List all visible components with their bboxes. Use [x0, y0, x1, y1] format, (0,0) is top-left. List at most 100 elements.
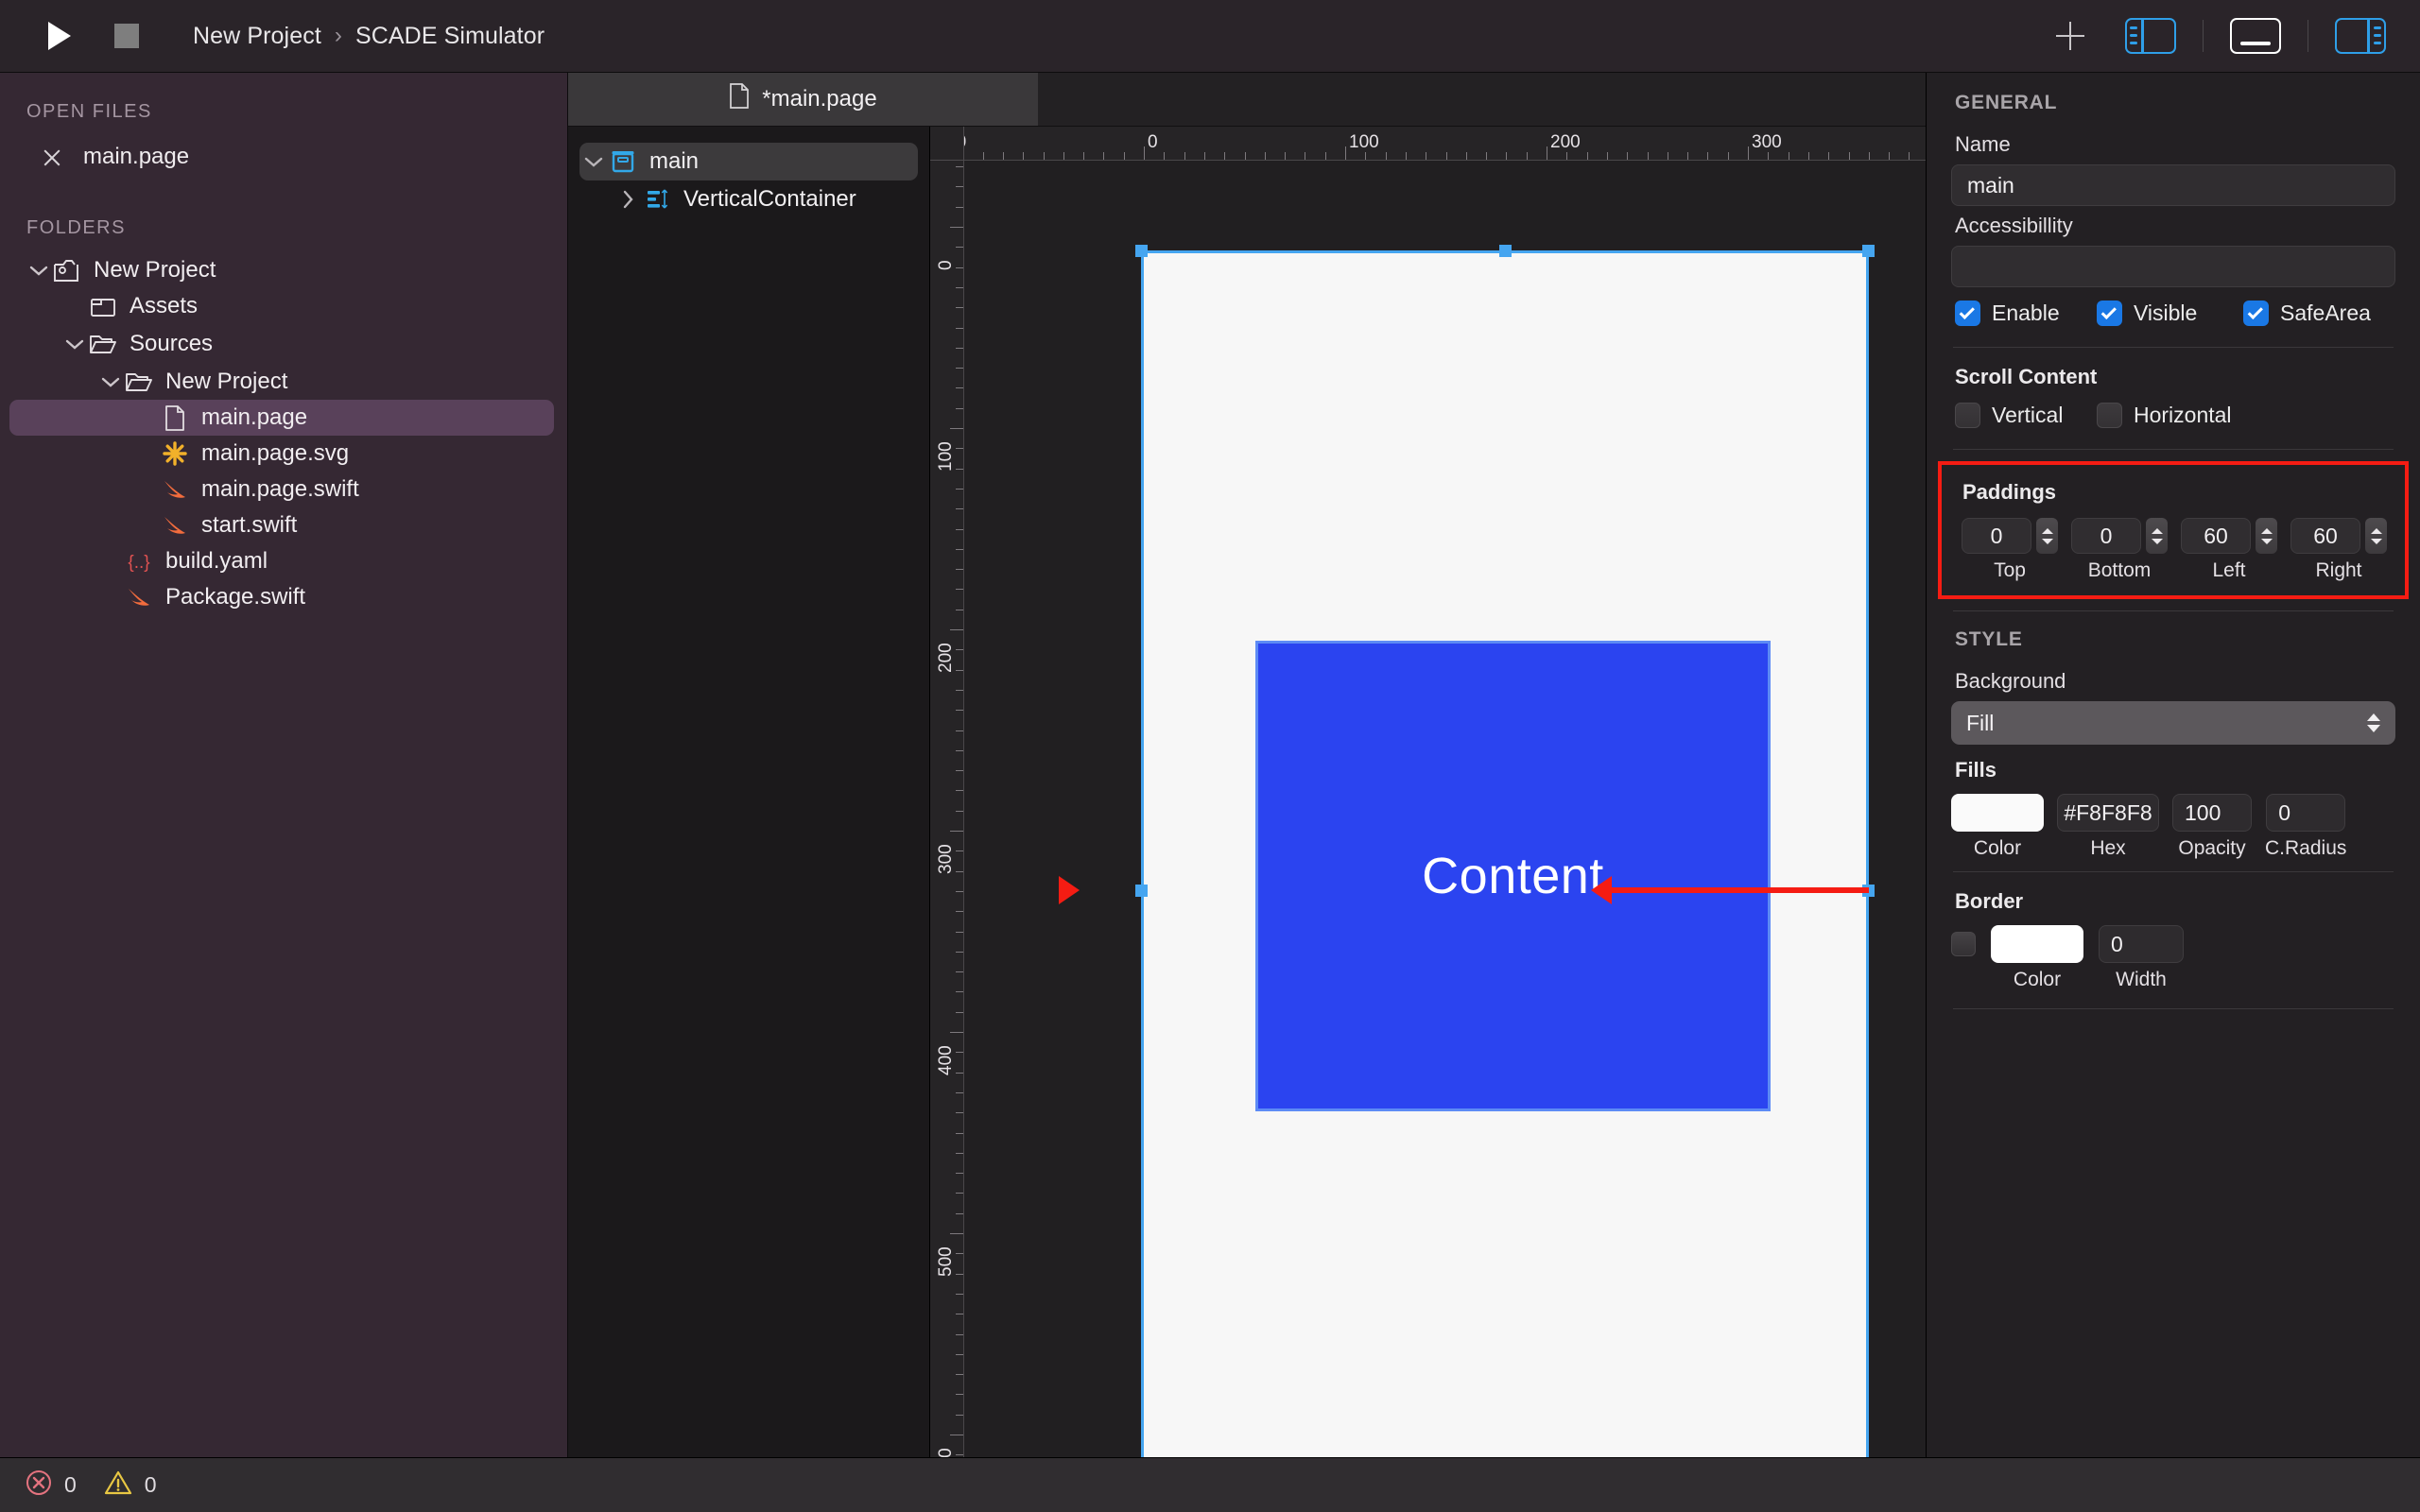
padding-left-caption: Left	[2212, 559, 2246, 581]
toggle-bottom-panel-button[interactable]	[2221, 11, 2290, 60]
border-color-swatch[interactable]	[1991, 925, 2083, 963]
project-icon	[51, 258, 83, 283]
checkbox-label: SafeArea	[2280, 301, 2371, 325]
ruler-v-label: 100	[936, 441, 956, 472]
padding-left-cell: 60 Left	[2178, 518, 2280, 582]
resize-handle[interactable]	[1862, 245, 1875, 257]
border-label: Border	[1955, 889, 2024, 913]
border-color-caption: Color	[2013, 969, 2062, 990]
chevron-right-icon[interactable]	[614, 190, 642, 209]
content-widget[interactable]: Content	[1255, 641, 1771, 1111]
divider	[1953, 871, 2394, 872]
padding-right-caption: Right	[2315, 559, 2362, 581]
chevron-down-icon[interactable]	[62, 338, 87, 351]
tree-item-main-page[interactable]: main.page	[9, 400, 554, 436]
name-label: Name	[1955, 132, 2011, 156]
border-enable-toggle[interactable]	[1951, 932, 1976, 956]
fill-cradius-input[interactable]: 0	[2266, 794, 2346, 832]
breadcrumb: New Project › SCADE Simulator	[193, 23, 544, 50]
tree-item-build-yaml[interactable]: {..} build.yaml	[9, 543, 554, 579]
open-file-item-main-page[interactable]: main.page	[0, 134, 567, 180]
fill-opacity-input[interactable]: 100	[2172, 794, 2252, 832]
accessibility-input[interactable]	[1951, 246, 2395, 287]
resize-handle[interactable]	[1135, 885, 1148, 897]
app-window: New Project › SCADE Simulator OPEN FILES…	[0, 0, 2420, 1512]
paddings-section: Paddings 0 Top 0 Bottom 60 Left 60 Right	[1938, 461, 2409, 599]
chevron-down-icon[interactable]	[26, 265, 51, 277]
checkbox-enable[interactable]: Enable	[1955, 301, 2097, 326]
status-warnings[interactable]: 0	[103, 1469, 157, 1503]
tree-item-main-page-svg[interactable]: main.page.svg	[9, 436, 554, 472]
warning-count: 0	[144, 1472, 157, 1497]
outline-item-main[interactable]: main	[579, 143, 918, 180]
stop-button[interactable]	[102, 11, 151, 60]
padding-top-stepper[interactable]	[2036, 518, 2058, 554]
breadcrumb-project[interactable]: New Project	[193, 23, 321, 50]
tree-item-new-project[interactable]: New Project	[9, 364, 554, 400]
tab-main-page[interactable]: *main.page	[568, 73, 1038, 126]
padding-right-stepper[interactable]	[2365, 518, 2387, 554]
padding-top-input[interactable]: 0	[1962, 518, 2031, 554]
padding-left-stepper[interactable]	[2256, 518, 2277, 554]
tab-label: *main.page	[762, 86, 877, 112]
checkbox-scroll-horizontal[interactable]: Horizontal	[2097, 403, 2232, 428]
close-icon[interactable]	[42, 146, 62, 167]
chevron-down-icon[interactable]	[579, 156, 608, 168]
add-button[interactable]	[2046, 11, 2095, 60]
background-label: Background	[1955, 669, 2066, 693]
tree-item-label: build.yaml	[165, 548, 268, 574]
padding-right-input[interactable]: 60	[2290, 518, 2360, 554]
resize-handle[interactable]	[1499, 245, 1512, 257]
resize-handle[interactable]	[1135, 245, 1148, 257]
ruler-v-label: 300	[936, 844, 956, 874]
checkbox-visible[interactable]: Visible	[2097, 301, 2243, 326]
chevron-down-icon[interactable]	[98, 376, 123, 388]
tree-item-package-swift[interactable]: Package.swift	[9, 579, 554, 615]
checkbox-scroll-vertical[interactable]: Vertical	[1955, 403, 2097, 428]
toolbar-divider	[2203, 20, 2204, 52]
fill-color-swatch[interactable]	[1951, 794, 2044, 832]
breadcrumb-target[interactable]: SCADE Simulator	[355, 23, 544, 50]
name-input[interactable]: main	[1951, 164, 2395, 206]
divider	[1953, 1008, 2394, 1009]
tree-item-label: main.page.svg	[201, 440, 350, 466]
border-width-input[interactable]: 0	[2099, 925, 2184, 963]
tree-item-main-page-swift[interactable]: main.page.swift	[9, 472, 554, 507]
scroll-checkboxes: Vertical Horizontal	[1951, 393, 2395, 438]
toggle-right-sidebar-button[interactable]	[2325, 11, 2395, 60]
tree-item-new-project[interactable]: New Project	[9, 252, 554, 288]
outline-item-verticalcontainer[interactable]: VerticalContainer	[579, 180, 918, 218]
page-frame[interactable]: Content	[1141, 250, 1869, 1457]
checkbox-label: Visible	[2134, 301, 2198, 325]
checkbox-label: Horizontal	[2134, 403, 2232, 427]
border-width-cell: 0 Width	[2099, 925, 2184, 991]
tree-item-sources[interactable]: Sources	[9, 326, 554, 362]
padding-bottom-stepper[interactable]	[2146, 518, 2168, 554]
fill-color-caption: Color	[1973, 837, 2022, 859]
stop-icon	[114, 24, 139, 48]
status-errors[interactable]: 0	[25, 1469, 77, 1503]
ruler-v-label: 400	[936, 1045, 956, 1075]
border-width-caption: Width	[2116, 969, 2167, 990]
toggle-left-sidebar-button[interactable]	[2116, 11, 2186, 60]
content-label: Content	[1422, 848, 1604, 904]
background-select[interactable]: Fill	[1951, 701, 2395, 745]
run-button[interactable]	[32, 11, 81, 60]
tree-item-assets[interactable]: Assets	[9, 288, 554, 324]
error-count: 0	[64, 1472, 77, 1497]
padding-left-input[interactable]: 60	[2181, 518, 2251, 554]
fill-hex-input[interactable]: #F8F8F8	[2057, 794, 2159, 832]
canvas-stage: Content	[964, 161, 1926, 1457]
padding-bottom-input[interactable]: 0	[2071, 518, 2141, 554]
padding-bottom-caption: Bottom	[2087, 559, 2152, 581]
design-canvas[interactable]: 000100200300400 0100200300400500600700 C…	[930, 127, 1926, 1457]
right-sidebar-toggle-icon	[2335, 18, 2386, 54]
tree-item-label: Assets	[130, 293, 199, 318]
tree-item-start-swift[interactable]: start.swift	[9, 507, 554, 543]
paddings-fields: 0 Top 0 Bottom 60 Left 60 Right	[1959, 508, 2390, 582]
padding-right-cell: 60 Right	[2288, 518, 2390, 582]
checkbox-safearea[interactable]: SafeArea	[2243, 301, 2371, 326]
divider	[1953, 347, 2394, 348]
background-select-value: Fill	[1966, 710, 1995, 735]
ruler-v-label: 500	[936, 1246, 956, 1277]
